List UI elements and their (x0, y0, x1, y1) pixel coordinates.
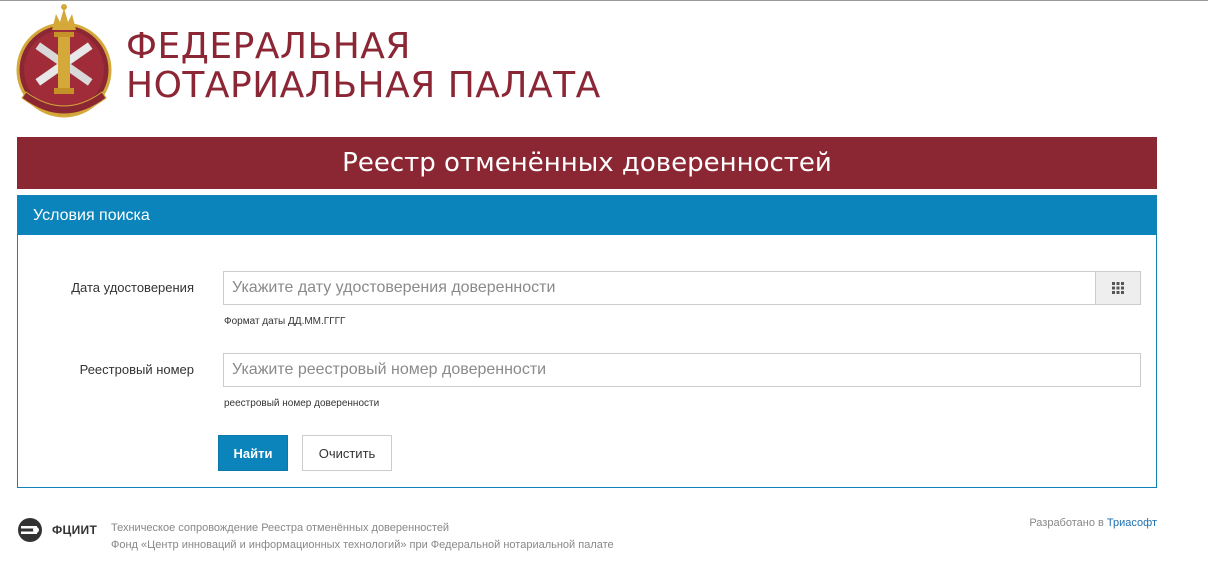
org-name-line1: ФЕДЕРАЛЬНАЯ (126, 26, 411, 67)
search-panel: Условия поиска Дата удостоверения Формат… (17, 195, 1157, 488)
clear-button[interactable]: Очистить (302, 435, 392, 471)
page-title: Реестр отменённых доверенностей (17, 137, 1157, 189)
date-field (223, 271, 1141, 305)
site-footer: ФЦИИТ Техническое сопровождение Реестра … (17, 515, 1157, 565)
fciit-label: ФЦИИТ (52, 523, 98, 537)
support-line1: Техническое сопровождение Реестра отменё… (111, 522, 450, 534)
date-input[interactable] (224, 272, 1096, 304)
support-line2: Фонд «Центр инноваций и информационных т… (111, 539, 614, 551)
registry-number-help-text: реестровый номер доверенности (224, 398, 380, 409)
registry-number-input[interactable] (224, 354, 1140, 386)
notary-emblem-icon (16, 4, 112, 118)
search-panel-title: Условия поиска (18, 196, 1156, 235)
developed-by-text: Разработано в (1029, 517, 1104, 529)
calendar-grid-icon (1112, 282, 1124, 294)
org-name-line2: НОТАРИАЛЬНАЯ ПАЛАТА (126, 65, 601, 106)
developer-link[interactable]: Триасофт (1107, 517, 1157, 529)
date-label: Дата удостоверения (71, 280, 194, 295)
fciit-logo-icon (18, 518, 42, 542)
organization-name: ФЕДЕРАЛЬНАЯ НОТАРИАЛЬНАЯ ПАЛАТА (126, 27, 601, 105)
find-button[interactable]: Найти (218, 435, 288, 471)
support-info: Техническое сопровождение Реестра отменё… (111, 520, 614, 554)
date-help-text: Формат даты ДД.ММ.ГГГГ (224, 316, 346, 327)
site-header: ФЕДЕРАЛЬНАЯ НОТАРИАЛЬНАЯ ПАЛАТА (0, 0, 1160, 130)
registry-number-label: Реестровый номер (79, 362, 194, 377)
registry-number-field (223, 353, 1141, 387)
developer-credit: Разработано в Триасофт (1029, 517, 1157, 529)
calendar-button[interactable] (1095, 272, 1140, 304)
